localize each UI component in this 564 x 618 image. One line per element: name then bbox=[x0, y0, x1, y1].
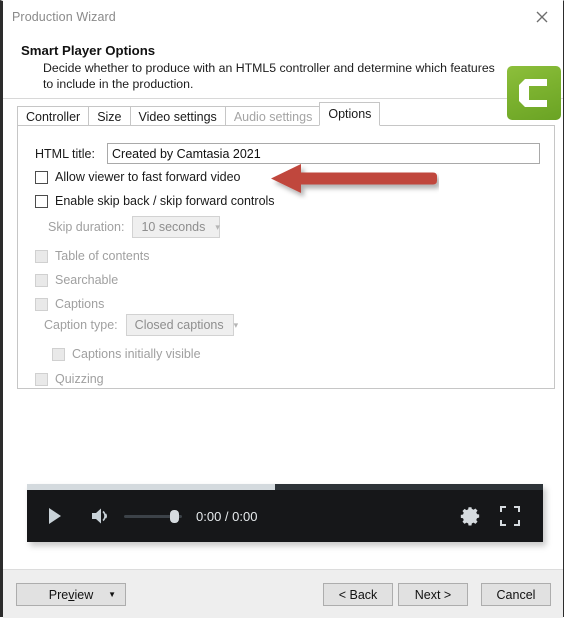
skip-duration-row: Skip duration: 10 seconds ▾ bbox=[48, 216, 221, 238]
gear-icon bbox=[460, 507, 480, 526]
chevron-down-icon: ▾ bbox=[215, 221, 220, 232]
video-player: 0:00 / 0:00 bbox=[27, 484, 543, 542]
page-title: Smart Player Options bbox=[21, 43, 156, 58]
table-of-contents-checkbox bbox=[35, 249, 48, 263]
chevron-down-icon[interactable]: ▼ bbox=[108, 590, 116, 599]
options-panel: HTML title: Allow viewer to fast forward… bbox=[17, 125, 555, 389]
skip-duration-dropdown: 10 seconds ▾ bbox=[132, 216, 221, 238]
captions-initially-visible-row: Captions initially visible bbox=[52, 347, 201, 361]
player-controls: 0:00 / 0:00 bbox=[27, 490, 543, 542]
production-wizard-window: Production Wizard Smart Player Options D… bbox=[0, 0, 564, 618]
skip-controls-row[interactable]: Enable skip back / skip forward controls bbox=[35, 194, 275, 208]
tab-audio-settings: Audio settings bbox=[224, 106, 321, 126]
fast-forward-label: Allow viewer to fast forward video bbox=[55, 170, 241, 184]
quizzing-checkbox bbox=[35, 372, 48, 386]
fullscreen-icon bbox=[500, 506, 520, 526]
skip-duration-label: Skip duration: bbox=[48, 220, 125, 234]
preview-button[interactable]: Preview ▼ bbox=[16, 583, 126, 606]
camtasia-c-icon bbox=[519, 79, 547, 107]
volume-knob[interactable] bbox=[170, 510, 179, 523]
table-of-contents-label: Table of contents bbox=[55, 249, 150, 263]
chevron-down-icon: ▾ bbox=[233, 319, 239, 330]
tab-controller[interactable]: Controller bbox=[17, 106, 89, 126]
captions-initially-visible-checkbox bbox=[52, 347, 65, 361]
time-display: 0:00 / 0:00 bbox=[196, 508, 258, 524]
tab-options[interactable]: Options bbox=[319, 102, 381, 126]
quizzing-row: Quizzing bbox=[35, 372, 104, 386]
camtasia-logo bbox=[507, 66, 561, 120]
skip-duration-value: 10 seconds bbox=[141, 220, 206, 234]
cancel-button[interactable]: Cancel bbox=[481, 583, 551, 606]
tab-bar: Controller Size Video settings Audio set… bbox=[17, 102, 381, 126]
table-of-contents-row: Table of contents bbox=[35, 249, 150, 263]
tab-size[interactable]: Size bbox=[88, 106, 130, 126]
caption-type-dropdown: Closed captions ▾ bbox=[125, 314, 238, 336]
tab-video-settings[interactable]: Video settings bbox=[129, 106, 225, 126]
captions-checkbox bbox=[35, 297, 48, 311]
preview-button-label: Preview bbox=[48, 587, 94, 602]
searchable-checkbox bbox=[35, 273, 48, 287]
captions-row: Captions bbox=[35, 297, 104, 311]
close-button[interactable] bbox=[520, 1, 563, 32]
fast-forward-checkbox[interactable] bbox=[35, 170, 48, 184]
captions-label: Captions bbox=[55, 297, 105, 311]
play-button[interactable] bbox=[40, 501, 70, 531]
html-title-label: HTML title: bbox=[35, 146, 95, 161]
volume-button[interactable] bbox=[86, 501, 116, 531]
volume-icon bbox=[92, 508, 108, 524]
skip-controls-checkbox[interactable] bbox=[35, 194, 48, 208]
fullscreen-button[interactable] bbox=[495, 501, 525, 531]
html-title-row: HTML title: bbox=[35, 143, 540, 164]
player-settings-button[interactable] bbox=[455, 501, 485, 531]
caption-type-label: Caption type: bbox=[44, 318, 118, 332]
back-button[interactable]: < Back bbox=[323, 583, 393, 606]
volume-slider[interactable] bbox=[124, 508, 186, 524]
skip-controls-label: Enable skip back / skip forward controls bbox=[55, 194, 275, 208]
page-header: Smart Player Options Decide whether to p… bbox=[3, 32, 563, 120]
searchable-label: Searchable bbox=[55, 273, 119, 287]
fast-forward-row[interactable]: Allow viewer to fast forward video bbox=[35, 170, 241, 184]
footer-bar: Preview ▼ < Back Next > Cancel bbox=[3, 569, 563, 618]
quizzing-label: Quizzing bbox=[55, 372, 104, 386]
html-title-input[interactable] bbox=[107, 143, 540, 164]
close-icon bbox=[536, 11, 547, 22]
play-icon bbox=[49, 508, 61, 524]
captions-initially-visible-label: Captions initially visible bbox=[72, 347, 201, 361]
title-bar: Production Wizard bbox=[3, 1, 563, 32]
page-description: Decide whether to produce with an HTML5 … bbox=[43, 61, 495, 91]
window-title: Production Wizard bbox=[12, 10, 116, 24]
next-button[interactable]: Next > bbox=[398, 583, 468, 606]
searchable-row: Searchable bbox=[35, 273, 118, 287]
caption-type-value: Closed captions bbox=[134, 318, 224, 332]
caption-type-row: Caption type: Closed captions ▾ bbox=[44, 314, 238, 336]
